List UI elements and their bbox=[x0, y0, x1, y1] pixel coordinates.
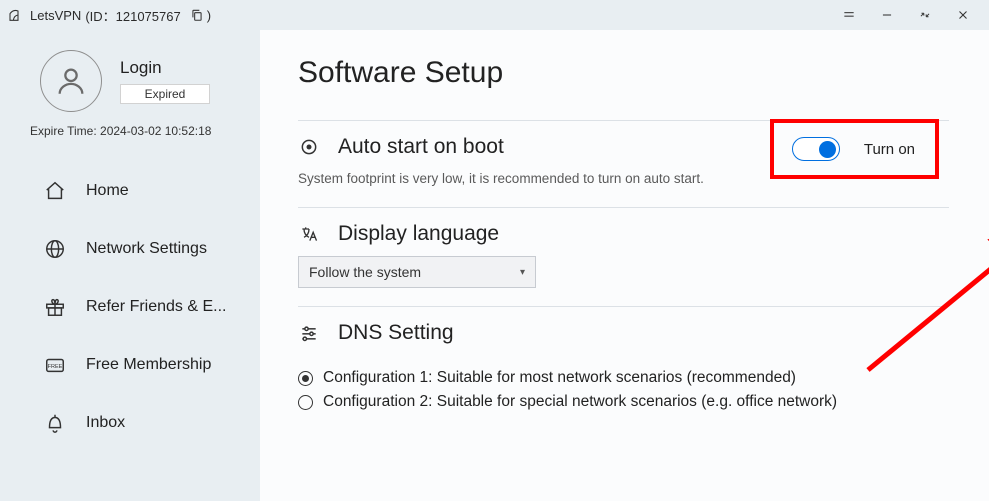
section-title: DNS Setting bbox=[338, 321, 454, 345]
section-autostart: Auto start on boot System footprint is v… bbox=[298, 120, 949, 207]
main-panel: Software Setup Auto start on boot System… bbox=[260, 30, 989, 501]
radio-icon bbox=[298, 371, 313, 386]
page-title: Software Setup bbox=[298, 56, 949, 90]
nav-label: Inbox bbox=[86, 414, 125, 432]
nav-item-home[interactable]: Home bbox=[0, 162, 260, 220]
language-value: Follow the system bbox=[309, 264, 421, 280]
nav-item-refer[interactable]: Refer Friends & E... bbox=[0, 278, 260, 336]
close-icon[interactable] bbox=[953, 5, 973, 25]
sidebar: Login Expired Expire Time: 2024-03-02 10… bbox=[0, 30, 260, 501]
gift-icon bbox=[44, 296, 66, 318]
language-select[interactable]: Follow the system ▾ bbox=[298, 256, 536, 288]
dns-option-2-label: Configuration 2: Suitable for special ne… bbox=[323, 393, 837, 411]
section-language: Display language Follow the system ▾ bbox=[298, 207, 949, 306]
menu-icon[interactable] bbox=[839, 5, 859, 25]
sliders-icon bbox=[298, 322, 320, 344]
nav-item-inbox[interactable]: Inbox bbox=[0, 394, 260, 452]
nav-item-membership[interactable]: FREE Free Membership bbox=[0, 336, 260, 394]
nav-list: Home Network Settings Refer Friends & E.… bbox=[0, 162, 260, 452]
section-dns: DNS Setting Configuration 1: Suitable fo… bbox=[298, 306, 949, 435]
chevron-down-icon: ▾ bbox=[520, 267, 525, 278]
bell-icon bbox=[44, 412, 66, 434]
app-id-suffix: ) bbox=[207, 8, 211, 23]
power-icon bbox=[298, 136, 320, 158]
profile-block: Login Expired bbox=[0, 40, 260, 120]
nav-label: Network Settings bbox=[86, 240, 207, 258]
svg-text:FREE: FREE bbox=[48, 364, 63, 370]
app-id-label: (ID：121075767 bbox=[85, 6, 180, 25]
language-icon bbox=[298, 223, 320, 245]
toggle-knob bbox=[819, 141, 836, 158]
dns-option-1[interactable]: Configuration 1: Suitable for most netwo… bbox=[298, 369, 949, 387]
globe-icon bbox=[44, 238, 66, 260]
home-icon bbox=[44, 180, 66, 202]
app-logo-icon bbox=[8, 7, 24, 23]
autostart-desc: System footprint is very low, it is reco… bbox=[298, 169, 718, 189]
avatar-icon[interactable] bbox=[40, 50, 102, 112]
free-icon: FREE bbox=[44, 354, 66, 376]
expire-prefix: Expire Time: bbox=[30, 124, 97, 138]
nav-label: Home bbox=[86, 182, 129, 200]
title-bar: LetsVPN (ID：121075767 ) bbox=[0, 0, 989, 30]
section-title: Auto start on boot bbox=[338, 135, 504, 159]
restore-icon[interactable] bbox=[915, 5, 935, 25]
section-title: Display language bbox=[338, 222, 499, 246]
radio-icon bbox=[298, 395, 313, 410]
nav-item-network[interactable]: Network Settings bbox=[0, 220, 260, 278]
expire-value: 2024-03-02 10:52:18 bbox=[100, 124, 211, 138]
status-badge: Expired bbox=[120, 84, 210, 104]
autostart-toggle-highlight: Turn on bbox=[770, 119, 939, 179]
expire-time: Expire Time: 2024-03-02 10:52:18 bbox=[0, 120, 260, 138]
autostart-toggle[interactable] bbox=[792, 137, 840, 161]
login-link[interactable]: Login bbox=[120, 58, 210, 78]
dns-option-1-label: Configuration 1: Suitable for most netwo… bbox=[323, 369, 796, 387]
app-name: LetsVPN bbox=[30, 8, 81, 23]
dns-option-2[interactable]: Configuration 2: Suitable for special ne… bbox=[298, 393, 949, 411]
copy-id-icon[interactable] bbox=[187, 5, 207, 25]
toggle-label: Turn on bbox=[864, 141, 915, 158]
minimize-icon[interactable] bbox=[877, 5, 897, 25]
window-controls bbox=[839, 5, 973, 25]
nav-label: Free Membership bbox=[86, 356, 211, 374]
nav-label: Refer Friends & E... bbox=[86, 298, 227, 316]
